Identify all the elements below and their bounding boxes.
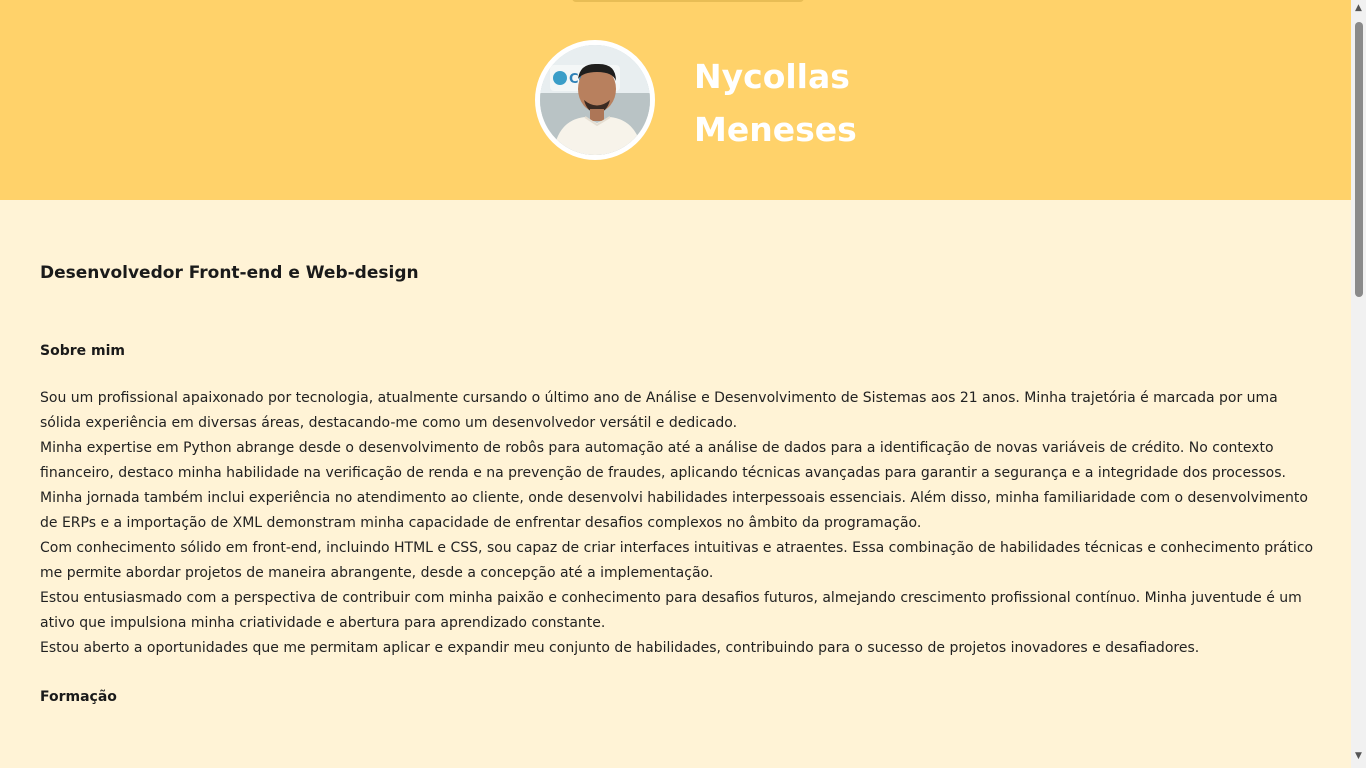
resume-page: Co..a Nycollas Meneses Desenvolvedor Fro… (0, 0, 1351, 768)
scroll-up-arrow-icon[interactable]: ▲ (1354, 4, 1363, 13)
about-paragraph: Com conhecimento sólido em front-end, in… (40, 540, 1314, 581)
about-paragraph: Estou entusiasmado com a perspectiva de … (40, 590, 1302, 631)
about-paragraph: Minha jornada também inclui experiência … (40, 490, 1308, 531)
avatar: Co..a (535, 40, 655, 160)
education-section: Formação (40, 686, 1315, 708)
about-paragraph: Estou aberto a oportunidades que me perm… (40, 640, 1200, 656)
about-title: Sobre mim (40, 343, 125, 359)
about-section: Sobre mim Sou um profissional apaixonado… (40, 340, 1315, 661)
about-paragraph: Sou um profissional apaixonado por tecno… (40, 390, 1278, 431)
about-paragraph: Minha expertise em Python abrange desde … (40, 440, 1286, 481)
scroll-down-arrow-icon[interactable]: ▼ (1354, 752, 1363, 761)
about-text: Sou um profissional apaixonado por tecno… (40, 386, 1315, 661)
first-name: Nycollas (694, 57, 850, 96)
role-title: Desenvolvedor Front-end e Web-design (40, 263, 419, 283)
profile-photo: Co..a (540, 45, 650, 155)
education-title: Formação (40, 689, 117, 705)
main-content: Desenvolvedor Front-end e Web-design Sob… (40, 260, 1315, 732)
profile-header: Co..a Nycollas Meneses (0, 0, 1351, 200)
top-tab-decoration (572, 0, 804, 2)
profile-name: Nycollas Meneses (694, 50, 954, 156)
scrollbar-thumb[interactable] (1355, 22, 1363, 297)
last-name: Meneses (694, 110, 857, 149)
vertical-scrollbar[interactable]: ▲ ▼ (1351, 0, 1366, 768)
